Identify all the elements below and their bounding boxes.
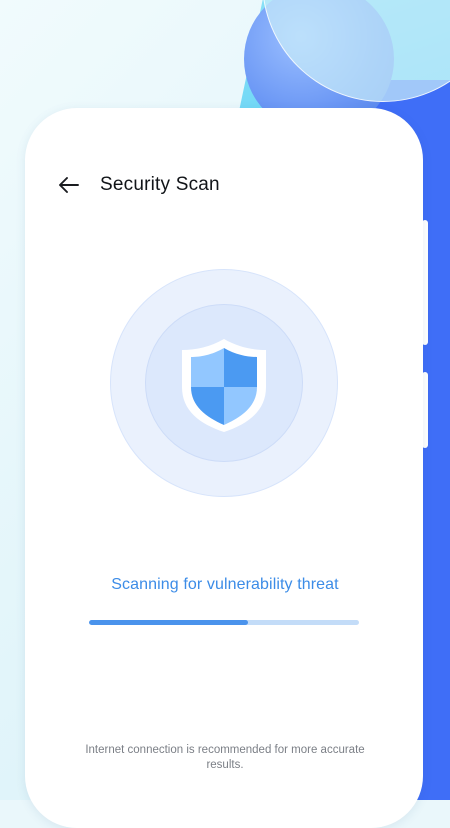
arrow-left-icon bbox=[59, 177, 79, 193]
shield-icon bbox=[182, 339, 266, 432]
back-button[interactable] bbox=[58, 172, 80, 198]
internet-recommendation-note: Internet connection is recommended for m… bbox=[85, 744, 365, 771]
page-title: Security Scan bbox=[100, 174, 220, 195]
scan-progress-fill bbox=[89, 620, 249, 625]
scan-status-text: Scanning for vulnerability threat bbox=[111, 576, 339, 593]
scan-progress-bar bbox=[89, 620, 359, 625]
